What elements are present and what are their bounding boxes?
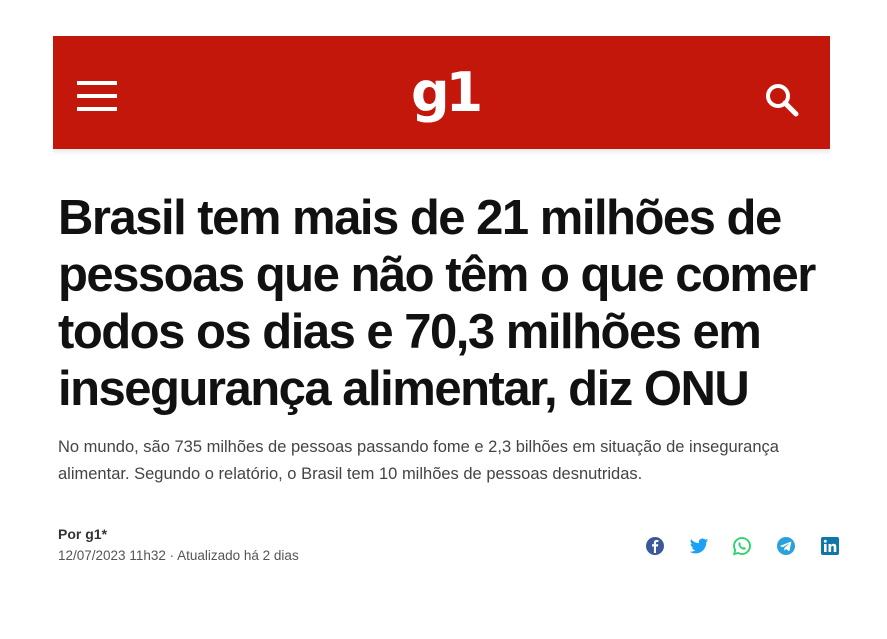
g1-logo[interactable]: g1 <box>411 58 483 128</box>
linkedin-icon <box>821 537 839 555</box>
share-whatsapp-button[interactable] <box>732 536 752 556</box>
header-shadow <box>53 149 830 155</box>
article-subtitle: No mundo, são 735 milhões de pessoas pas… <box>58 438 779 483</box>
twitter-icon <box>689 538 709 554</box>
hamburger-line <box>77 107 117 111</box>
search-button[interactable] <box>763 81 803 121</box>
site-header: g1 <box>53 36 830 149</box>
facebook-icon <box>646 537 664 555</box>
share-twitter-button[interactable] <box>689 536 709 556</box>
menu-button[interactable] <box>77 81 117 111</box>
hamburger-menu-icon <box>77 81 117 85</box>
article-date: 12/07/2023 11h32 · Atualizado há 2 dias <box>58 548 299 563</box>
article-byline: Por g1* <box>58 526 108 542</box>
article-headline: Brasil tem mais de 21 milhões de pessoas… <box>58 191 816 416</box>
share-linkedin-button[interactable] <box>820 536 840 556</box>
hamburger-line <box>77 94 117 98</box>
telegram-icon <box>777 537 795 555</box>
share-telegram-button[interactable] <box>776 536 796 556</box>
share-facebook-button[interactable] <box>645 536 665 556</box>
whatsapp-icon <box>732 537 751 556</box>
search-icon <box>766 84 799 117</box>
